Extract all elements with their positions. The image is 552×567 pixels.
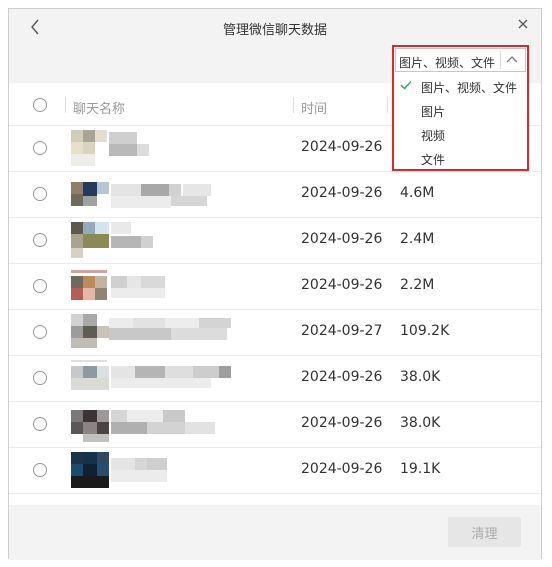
row-radio[interactable] <box>33 279 47 293</box>
column-header-name: 聊天名称 <box>73 102 126 117</box>
chat-avatar-blurred <box>71 176 231 212</box>
row-size: 4.6M <box>400 185 435 201</box>
chat-avatar-blurred <box>71 360 231 396</box>
file-type-menu: 图片、视频、文件 图片 视频 文件 <box>394 73 527 169</box>
chevron-up-icon[interactable] <box>505 54 519 66</box>
row-date: 2024-09-27 <box>301 323 383 339</box>
menu-item-all[interactable]: 图片、视频、文件 <box>394 73 527 97</box>
dialog-title: 管理微信聊天数据 <box>222 23 327 38</box>
row-radio[interactable] <box>33 417 47 431</box>
row-date: 2024-09-26 <box>301 185 383 201</box>
row-radio[interactable] <box>33 141 47 155</box>
table-row[interactable]: 2024-09-26 4.6M <box>9 171 541 218</box>
row-date: 2024-09-26 <box>301 231 383 247</box>
menu-item-label: 图片 <box>421 105 446 119</box>
menu-item-videos[interactable]: 视频 <box>394 121 527 145</box>
title-bar: 管理微信聊天数据 <box>9 9 541 47</box>
row-date: 2024-09-26 <box>301 461 383 477</box>
chat-avatar-blurred <box>71 222 231 258</box>
file-type-select[interactable]: 图片、视频、文件 <box>395 48 526 72</box>
table-row[interactable]: 2024-09-26 38.0K <box>9 401 541 448</box>
menu-item-files[interactable]: 文件 <box>394 145 527 169</box>
row-size: 19.1K <box>400 461 441 477</box>
row-radio[interactable] <box>33 463 47 477</box>
table-row[interactable]: 2024-09-26 19.1K <box>9 447 541 494</box>
clean-button[interactable]: 清理 <box>448 517 521 547</box>
row-date: 2024-09-26 <box>301 415 383 431</box>
select-all-radio[interactable] <box>33 98 47 112</box>
menu-item-images[interactable]: 图片 <box>394 97 527 121</box>
row-date: 2024-09-26 <box>301 277 383 293</box>
row-size: 109.2K <box>400 323 450 339</box>
menu-item-label: 文件 <box>421 153 446 167</box>
menu-item-label: 视频 <box>421 129 446 143</box>
row-size: 2.2M <box>400 277 435 293</box>
row-size: 38.0K <box>400 369 441 385</box>
row-radio[interactable] <box>33 233 47 247</box>
column-header-time: 时间 <box>301 102 328 117</box>
close-button[interactable] <box>513 14 533 34</box>
table-row[interactable]: 2024-09-26 2.4M <box>9 217 541 264</box>
row-size: 2.4M <box>400 231 435 247</box>
column-divider <box>65 97 66 113</box>
row-date: 2024-09-26 <box>301 139 383 155</box>
table-row[interactable]: 2024-09-26 2.2M <box>9 263 541 310</box>
file-type-filter: 图片、视频、文件 图片、视频、文件 图片 视频 文件 <box>392 45 529 171</box>
column-divider <box>293 97 294 113</box>
table-row[interactable]: 2024-09-26 38.0K <box>9 355 541 402</box>
menu-item-label: 图片、视频、文件 <box>421 81 518 95</box>
check-icon <box>400 80 412 90</box>
select-value: 图片、视频、文件 <box>399 56 496 70</box>
column-divider <box>387 97 388 113</box>
row-size: 38.0K <box>400 415 441 431</box>
chat-avatar-blurred <box>71 130 231 166</box>
row-radio[interactable] <box>33 325 47 339</box>
chat-avatar-blurred <box>71 452 231 488</box>
row-date: 2024-09-26 <box>301 369 383 385</box>
close-icon <box>518 19 528 29</box>
chat-avatar-blurred <box>71 406 231 442</box>
chat-avatar-blurred <box>71 314 231 350</box>
row-radio[interactable] <box>33 371 47 385</box>
chat-avatar-blurred <box>71 268 231 304</box>
table-row[interactable]: 2024-09-27 109.2K <box>9 309 541 356</box>
row-radio[interactable] <box>33 187 47 201</box>
dialog-footer: 清理 <box>9 505 541 560</box>
select-divider <box>500 51 501 69</box>
